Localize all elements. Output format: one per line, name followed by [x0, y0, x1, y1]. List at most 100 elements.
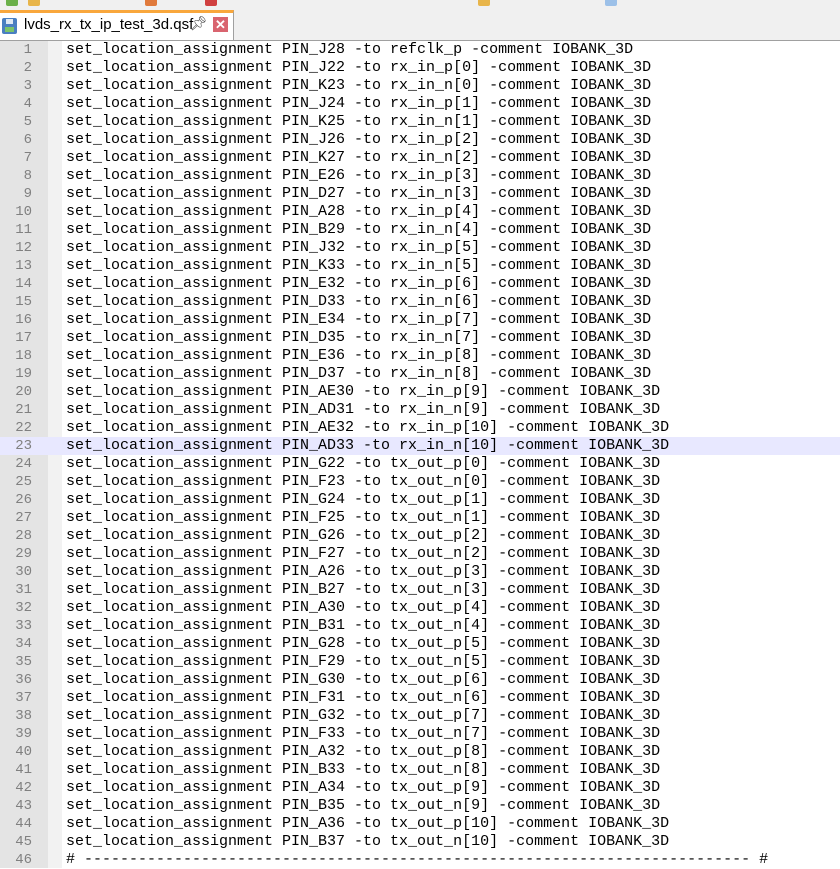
toolbar-icon[interactable]	[478, 0, 490, 6]
code-text: set_location_assignment PIN_G28 -to tx_o…	[66, 635, 661, 652]
line-number: 4	[23, 96, 32, 112]
line-number: 8	[23, 168, 32, 184]
line-number: 33	[15, 618, 32, 634]
code-line[interactable]: 3 set_location_assignment PIN_K23 -to rx_…	[0, 77, 840, 95]
code-line[interactable]: 18 set_location_assignment PIN_E36 -to rx…	[0, 347, 840, 365]
code-line[interactable]: 10 set_location_assignment PIN_A28 -to rx…	[0, 203, 840, 221]
code-text: set_location_assignment PIN_AE32 -to rx_…	[66, 419, 670, 436]
code-line[interactable]: 39 set_location_assignment PIN_F33 -to tx…	[0, 725, 840, 743]
code-line[interactable]: 22 set_location_assignment PIN_AE32 -to r…	[0, 419, 840, 437]
code-text: set_location_assignment PIN_G32 -to tx_o…	[66, 707, 661, 724]
line-number: 34	[15, 636, 32, 652]
code-line[interactable]: 12 set_location_assignment PIN_J32 -to rx…	[0, 239, 840, 257]
code-line[interactable]: 32 set_location_assignment PIN_A30 -to tx…	[0, 599, 840, 617]
code-line[interactable]: 17 set_location_assignment PIN_D35 -to rx…	[0, 329, 840, 347]
code-text: set_location_assignment PIN_F31 -to tx_o…	[66, 689, 661, 706]
code-line[interactable]: 4 set_location_assignment PIN_J24 -to rx_…	[0, 95, 840, 113]
code-text: set_location_assignment PIN_B31 -to tx_o…	[66, 617, 661, 634]
code-line[interactable]: 9 set_location_assignment PIN_D27 -to rx_…	[0, 185, 840, 203]
code-text: set_location_assignment PIN_AD31 -to rx_…	[66, 401, 661, 418]
code-lines: 1 set_location_assignment PIN_J28 -to ref…	[0, 41, 840, 869]
line-number: 20	[15, 384, 32, 400]
line-number: 12	[15, 240, 32, 256]
code-line[interactable]: 27 set_location_assignment PIN_F25 -to tx…	[0, 509, 840, 527]
tab-file[interactable]: lvds_rx_tx_ip_test_3d.qsf 📌︎ ✕	[0, 10, 234, 40]
code-line[interactable]: 43 set_location_assignment PIN_B35 -to tx…	[0, 797, 840, 815]
line-number: 14	[15, 276, 32, 292]
code-line[interactable]: 19 set_location_assignment PIN_D37 -to rx…	[0, 365, 840, 383]
code-text: set_location_assignment PIN_B27 -to tx_o…	[66, 581, 661, 598]
line-number: 6	[23, 132, 32, 148]
code-line[interactable]: 31 set_location_assignment PIN_B27 -to tx…	[0, 581, 840, 599]
toolbar-icon[interactable]	[28, 0, 40, 6]
code-line[interactable]: 21 set_location_assignment PIN_AD31 -to r…	[0, 401, 840, 419]
code-text: set_location_assignment PIN_J28 -to refc…	[66, 41, 634, 58]
line-number: 24	[15, 456, 32, 472]
editor[interactable]: 1 set_location_assignment PIN_J28 -to ref…	[0, 41, 840, 868]
code-line[interactable]: 2 set_location_assignment PIN_J22 -to rx_…	[0, 59, 840, 77]
code-line[interactable]: 30 set_location_assignment PIN_A26 -to tx…	[0, 563, 840, 581]
code-line[interactable]: 42 set_location_assignment PIN_A34 -to tx…	[0, 779, 840, 797]
code-line[interactable]: 14 set_location_assignment PIN_E32 -to rx…	[0, 275, 840, 293]
code-text: set_location_assignment PIN_D27 -to rx_i…	[66, 185, 652, 202]
code-line[interactable]: 40 set_location_assignment PIN_A32 -to tx…	[0, 743, 840, 761]
line-number: 30	[15, 564, 32, 580]
code-line[interactable]: 13 set_location_assignment PIN_K33 -to rx…	[0, 257, 840, 275]
code-line[interactable]: 45 set_location_assignment PIN_B37 -to tx…	[0, 833, 840, 851]
code-line[interactable]: 36 set_location_assignment PIN_G30 -to tx…	[0, 671, 840, 689]
toolbar-icon[interactable]	[205, 0, 217, 6]
code-text: set_location_assignment PIN_G26 -to tx_o…	[66, 527, 661, 544]
code-line[interactable]: 15 set_location_assignment PIN_D33 -to rx…	[0, 293, 840, 311]
code-text: set_location_assignment PIN_D37 -to rx_i…	[66, 365, 652, 382]
code-line[interactable]: 5 set_location_assignment PIN_K25 -to rx_…	[0, 113, 840, 131]
line-number: 23	[15, 438, 32, 454]
code-line[interactable]: 38 set_location_assignment PIN_G32 -to tx…	[0, 707, 840, 725]
code-line[interactable]: 26 set_location_assignment PIN_G24 -to tx…	[0, 491, 840, 509]
line-number: 38	[15, 708, 32, 724]
toolbar-icon[interactable]	[605, 0, 617, 6]
code-line[interactable]: 34 set_location_assignment PIN_G28 -to tx…	[0, 635, 840, 653]
code-line[interactable]: 20 set_location_assignment PIN_AE30 -to r…	[0, 383, 840, 401]
line-number: 11	[15, 222, 32, 238]
line-number: 10	[15, 204, 32, 220]
code-line[interactable]: 24 set_location_assignment PIN_G22 -to tx…	[0, 455, 840, 473]
line-number: 36	[15, 672, 32, 688]
line-number: 26	[15, 492, 32, 508]
code-text: set_location_assignment PIN_B35 -to tx_o…	[66, 797, 661, 814]
code-text: set_location_assignment PIN_D35 -to rx_i…	[66, 329, 652, 346]
code-text: set_location_assignment PIN_F33 -to tx_o…	[66, 725, 661, 742]
pin-icon[interactable]: 📌︎	[190, 15, 208, 32]
code-text: set_location_assignment PIN_E32 -to rx_i…	[66, 275, 652, 292]
code-text: set_location_assignment PIN_B37 -to tx_o…	[66, 833, 670, 850]
line-number: 7	[23, 150, 32, 166]
toolbar-icon[interactable]	[145, 0, 157, 6]
code-line[interactable]: 41 set_location_assignment PIN_B33 -to tx…	[0, 761, 840, 779]
code-line[interactable]: 8 set_location_assignment PIN_E26 -to rx_…	[0, 167, 840, 185]
code-line[interactable]: 11 set_location_assignment PIN_B29 -to rx…	[0, 221, 840, 239]
toolbar-icon[interactable]	[6, 0, 18, 6]
line-number: 2	[23, 60, 32, 76]
code-line[interactable]: 46 # ------------------------------------…	[0, 851, 840, 869]
code-text: set_location_assignment PIN_J32 -to rx_i…	[66, 239, 652, 256]
line-number: 15	[15, 294, 32, 310]
line-number: 25	[15, 474, 32, 490]
code-text: set_location_assignment PIN_B29 -to rx_i…	[66, 221, 652, 238]
code-line[interactable]: 29 set_location_assignment PIN_F27 -to tx…	[0, 545, 840, 563]
line-number: 13	[15, 258, 32, 274]
code-line[interactable]: 16 set_location_assignment PIN_E34 -to rx…	[0, 311, 840, 329]
code-text: set_location_assignment PIN_J26 -to rx_i…	[66, 131, 652, 148]
code-text: set_location_assignment PIN_AD33 -to rx_…	[66, 437, 670, 454]
code-line[interactable]: 6 set_location_assignment PIN_J26 -to rx_…	[0, 131, 840, 149]
code-line[interactable]: 35 set_location_assignment PIN_F29 -to tx…	[0, 653, 840, 671]
code-line[interactable]: 33 set_location_assignment PIN_B31 -to tx…	[0, 617, 840, 635]
code-line[interactable]: 1 set_location_assignment PIN_J28 -to ref…	[0, 41, 840, 59]
code-line[interactable]: 37 set_location_assignment PIN_F31 -to tx…	[0, 689, 840, 707]
code-line[interactable]: 28 set_location_assignment PIN_G26 -to tx…	[0, 527, 840, 545]
close-icon[interactable]: ✕	[213, 17, 228, 32]
code-line[interactable]: 7 set_location_assignment PIN_K27 -to rx_…	[0, 149, 840, 167]
code-line[interactable]: 23 set_location_assignment PIN_AD33 -to r…	[0, 437, 840, 455]
code-line[interactable]: 44 set_location_assignment PIN_A36 -to tx…	[0, 815, 840, 833]
line-number: 45	[15, 834, 32, 850]
code-line[interactable]: 25 set_location_assignment PIN_F23 -to tx…	[0, 473, 840, 491]
line-number: 1	[23, 42, 32, 58]
